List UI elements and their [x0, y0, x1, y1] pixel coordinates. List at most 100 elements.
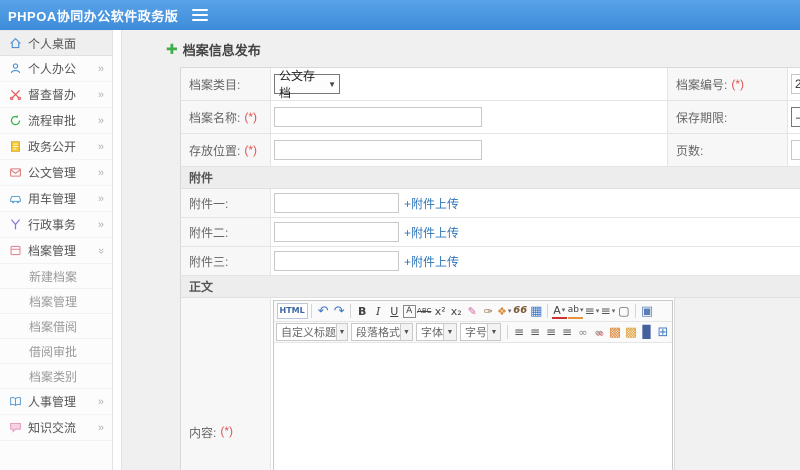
main-content: ✚ 档案信息发布 档案类目: 公文存档 ▼ 档案编号: (*) 20 档案名称:… — [122, 30, 800, 470]
blockquote-icon[interactable]: 66 — [513, 303, 528, 319]
attachment3-upload-link[interactable]: +附件上传 — [404, 253, 459, 270]
sidebar-scrollbar[interactable] — [112, 30, 122, 470]
palette-icon[interactable]: ❖ ▾ — [497, 303, 512, 319]
select-arrow-icon: ▼ — [336, 324, 347, 340]
align-right-icon[interactable]: ≡ — [544, 324, 559, 340]
insert-image-icon[interactable]: ▩ — [624, 324, 639, 340]
chevron-down-icon: » — [94, 247, 107, 254]
image-icon[interactable]: ▩ — [608, 324, 623, 340]
sidebar-item-archive-mgmt[interactable]: 档案管理 » — [0, 238, 112, 264]
sidebar-item-hr-mgmt[interactable]: 人事管理 » — [0, 389, 112, 415]
period-label: 保存期限: — [668, 101, 788, 133]
align-left-icon[interactable]: ≡ — [512, 324, 527, 340]
select-arrow-icon: ▼ — [443, 324, 456, 340]
sidebar-item-label: 个人办公 — [28, 62, 77, 76]
table-icon[interactable]: ⊞ — [656, 324, 671, 340]
book-icon — [10, 397, 21, 407]
editor-toolbar-row2: 自定义标题 ▼ 段落格式 ▼ 字体 ▼ 字号 ▼ ≡ ≡ ≡ ≡ ∞ ∞ ▩ ▩… — [274, 322, 672, 343]
unlink-icon[interactable]: ∞ — [592, 324, 607, 340]
source-button[interactable]: HTML — [276, 303, 308, 319]
top-header: PHPOA协同办公软件政务版 — [0, 0, 800, 30]
page-count-input[interactable] — [791, 140, 800, 160]
sidebar-item-personal-desktop[interactable]: 个人桌面 — [0, 30, 112, 56]
sidebar-subitem-archive-manage[interactable]: 档案管理 — [0, 289, 112, 314]
sidebar-item-supervision[interactable]: 督查督办 » — [0, 82, 112, 108]
home-icon — [10, 37, 21, 48]
sidebar-item-label: 流程审批 — [28, 114, 77, 128]
toolbar-separator — [507, 325, 508, 339]
storage-location-input[interactable] — [274, 140, 482, 160]
attachment3-input[interactable] — [274, 251, 399, 271]
hamburger-menu-icon[interactable] — [192, 9, 209, 21]
sidebar-subitem-archive-borrow[interactable]: 档案借阅 — [0, 314, 112, 339]
app-window: PHPOA协同办公软件政务版 个人桌面 个人办公 » 督查督办 » 流程审批 »… — [0, 0, 800, 470]
sidebar-item-gov-disclosure[interactable]: 政务公开 » — [0, 134, 112, 160]
attachment2-input[interactable] — [274, 222, 399, 242]
insert-date-icon[interactable]: ▦ — [529, 303, 544, 319]
font-family-select[interactable]: 字体 ▼ — [416, 323, 457, 341]
content-label: 内容: (*) — [181, 298, 271, 470]
subitem-label: 借阅审批 — [29, 344, 78, 359]
location-label: 存放位置: (*) — [181, 134, 271, 166]
paragraph-format-select[interactable]: 段落格式 ▼ — [351, 323, 413, 341]
plus-icon: ✚ — [166, 41, 178, 58]
attachment3-label: 附件三: — [181, 247, 271, 275]
preview-icon[interactable]: ▣ — [639, 303, 654, 319]
new-document-icon[interactable]: ▢ — [616, 303, 631, 319]
form-filler-cell — [675, 298, 800, 470]
autotypeset-icon[interactable]: A — [402, 304, 416, 318]
app-title: PHPOA协同办公软件政务版 — [8, 8, 179, 24]
format-brush-icon[interactable]: ✑ — [481, 303, 496, 319]
attachment1-input[interactable] — [274, 193, 399, 213]
highlight-color-icon[interactable]: ab ▾ — [567, 303, 584, 319]
sidebar-item-official-docs[interactable]: 公文管理 » — [0, 160, 112, 186]
sidebar-subitem-borrow-approval[interactable]: 借阅审批 — [0, 339, 112, 364]
italic-icon[interactable]: I — [371, 303, 386, 319]
editor-content-area[interactable] — [274, 343, 672, 470]
attachment2-upload-link[interactable]: +附件上传 — [404, 224, 459, 241]
sidebar-item-knowledge-exchange[interactable]: 知识交流 » — [0, 415, 112, 441]
toolbar-separator — [311, 304, 313, 318]
font-size-select[interactable]: 字号 ▼ — [460, 323, 501, 341]
strikethrough-icon[interactable]: ABC — [417, 303, 432, 319]
sidebar-subitem-archive-category[interactable]: 档案类别 — [0, 364, 112, 389]
sidebar-item-vehicle-mgmt[interactable]: 用车管理 » — [0, 186, 112, 212]
sidebar-item-label: 行政事务 — [28, 218, 77, 232]
superscript-icon[interactable]: x² — [433, 303, 448, 319]
bold-icon[interactable]: B — [355, 303, 370, 319]
paragraph-format-value: 段落格式 — [356, 327, 400, 339]
sidebar-item-workflow-approval[interactable]: 流程审批 » — [0, 108, 112, 134]
chevron-right-icon: » — [97, 192, 104, 205]
attachment1-upload-link[interactable]: +附件上传 — [404, 195, 459, 212]
undo-icon[interactable]: ↶ — [316, 303, 331, 319]
chevron-right-icon: » — [97, 114, 104, 127]
chevron-right-icon: » — [97, 166, 104, 179]
archive-name-input[interactable] — [274, 107, 482, 127]
subitem-label: 新建档案 — [29, 269, 78, 284]
align-center-icon[interactable]: ≡ — [528, 324, 543, 340]
sidebar-item-personal-office[interactable]: 个人办公 » — [0, 56, 112, 82]
custom-heading-select[interactable]: 自定义标题 ▼ — [276, 323, 348, 341]
ordered-list-icon[interactable]: ≡ ▾ — [584, 303, 600, 319]
sidebar-item-admin-affairs[interactable]: 行政事务 » — [0, 212, 112, 238]
underline-icon[interactable]: U — [387, 303, 402, 319]
link-icon[interactable]: ∞ — [576, 324, 591, 340]
font-color-icon[interactable]: A ▾ — [551, 303, 567, 319]
align-justify-icon[interactable]: ≡ — [560, 324, 575, 340]
unordered-list-icon[interactable]: ≡ ▾ — [600, 303, 616, 319]
media-icon[interactable]: ▉ — [640, 324, 655, 340]
category-select[interactable]: 公文存档 ▼ — [274, 69, 340, 100]
sidebar-item-label: 政务公开 — [28, 140, 77, 154]
period-select[interactable]: — ▼ — [791, 107, 800, 127]
font-size-value: 字号 — [465, 327, 487, 339]
archive-number-input[interactable] — [791, 74, 800, 94]
subscript-icon[interactable]: x₂ — [449, 303, 464, 319]
attachment2-label: 附件二: — [181, 218, 271, 246]
eraser-icon[interactable]: ✎ — [465, 303, 480, 319]
subitem-label: 档案类别 — [29, 369, 78, 384]
select-arrow-icon: ▼ — [400, 324, 412, 340]
redo-icon[interactable]: ↷ — [332, 303, 347, 319]
name-label: 档案名称: (*) — [181, 101, 271, 133]
sidebar: 个人桌面 个人办公 » 督查督办 » 流程审批 » 政务公开 » 公文管理 » … — [0, 30, 112, 470]
sidebar-subitem-new-archive[interactable]: 新建档案 — [0, 264, 112, 289]
